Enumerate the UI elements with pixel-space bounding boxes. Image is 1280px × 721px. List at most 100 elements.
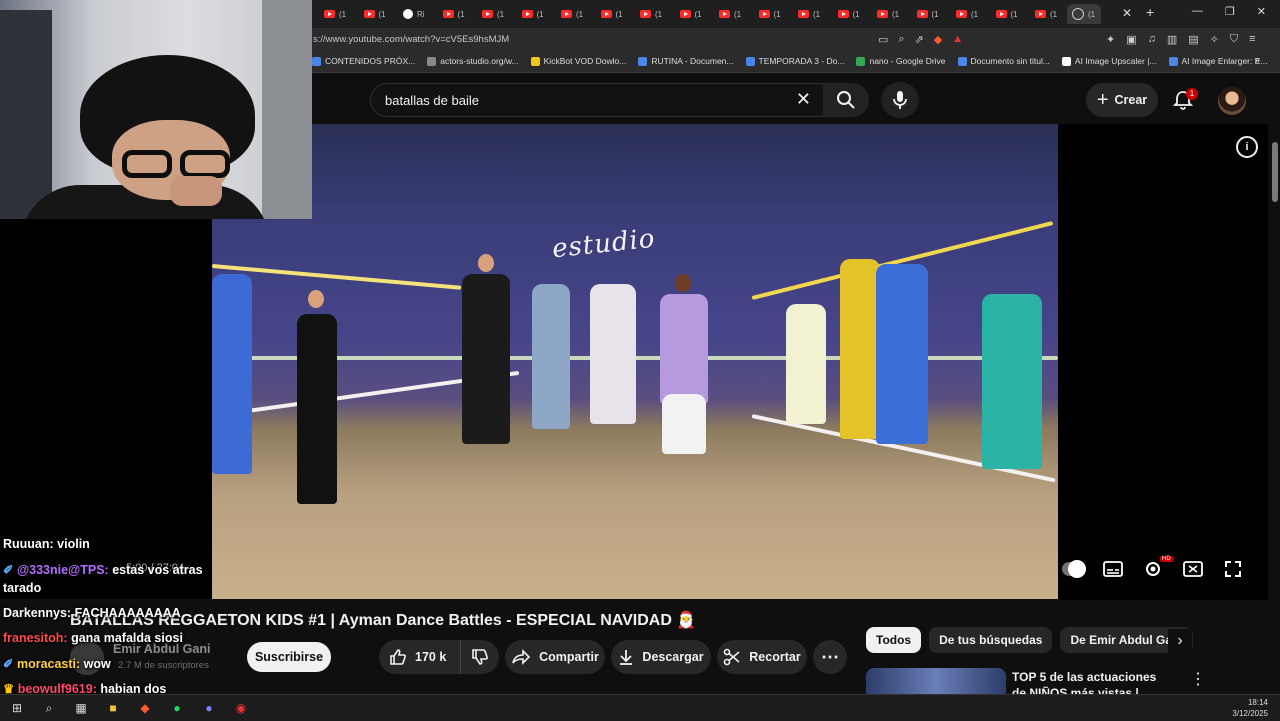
streamer-webcam [0, 0, 312, 219]
tab-label: (1 [773, 9, 781, 19]
create-button[interactable]: + Crear [1086, 83, 1158, 117]
close-window-icon[interactable]: ✕ [1257, 5, 1266, 18]
browser-tab[interactable]: (1 [632, 4, 672, 24]
clip-button[interactable]: Recortar [717, 640, 807, 674]
page-scrollbar[interactable] [1270, 124, 1280, 704]
bookmark-item[interactable]: KickBot VOD Dowlo... [530, 56, 626, 66]
info-icon[interactable]: i [1236, 136, 1258, 158]
dislike-button[interactable] [461, 648, 499, 666]
search-input[interactable]: batallas de baile ✕ [370, 83, 824, 117]
bookmark-item[interactable]: actors-studio.org/w... [427, 56, 519, 66]
browser-tab[interactable]: (1 [830, 4, 870, 24]
brave-browser-icon[interactable]: ◆ [136, 699, 154, 717]
tab-label: (1 [694, 9, 702, 19]
file-explorer-icon[interactable]: ■ [104, 699, 122, 717]
browser-tab[interactable]: (1 [711, 4, 751, 24]
bookmark-item[interactable]: Documento sin titul... [957, 56, 1050, 66]
bookmark-item[interactable]: RUTINA - Documen... [638, 56, 734, 66]
fullscreen-icon[interactable] [1222, 558, 1244, 580]
browser-tab[interactable]: (1 [553, 4, 593, 24]
scrollbar-thumb[interactable] [1272, 142, 1278, 202]
windows-start-icon[interactable]: ⊞ [8, 699, 26, 717]
subscribe-button[interactable]: Suscribirse [247, 642, 331, 672]
browser-tab[interactable]: (1 [790, 4, 830, 24]
browser-tab[interactable]: (1 [909, 4, 949, 24]
browser-tab[interactable]: Ri [395, 4, 435, 24]
menu-icon[interactable]: ≡ [1249, 33, 1255, 46]
spotify-icon[interactable]: ● [168, 699, 186, 717]
browser-tab[interactable]: (1 [435, 4, 475, 24]
browser-tab[interactable]: (1 [948, 4, 988, 24]
vpn-shield-icon[interactable]: ⛉ [1230, 33, 1238, 46]
wallet-icon[interactable]: ▤ [1188, 33, 1198, 46]
browser-tab[interactable]: (1 [1066, 4, 1101, 24]
music-icon[interactable]: ♫ [1148, 33, 1156, 46]
brave-rewards-icon[interactable]: ▲ [952, 33, 963, 46]
chat-username[interactable]: Ruuuan: [3, 537, 54, 551]
filter-chip[interactable]: De tus búsquedas [929, 627, 1053, 653]
autoplay-switch[interactable] [1062, 560, 1086, 578]
voice-search-button[interactable] [881, 82, 919, 118]
bookmark-item[interactable]: nano - Google Drive [856, 56, 946, 66]
bookmark-item[interactable]: CONTENIDOS PRÓX... [312, 56, 415, 66]
puzzle-icon[interactable]: ✦ [1106, 33, 1115, 46]
bookmark-item[interactable]: AI Image Enlarger: E... [1168, 56, 1267, 66]
recommendation-menu-icon[interactable]: ⋮ [1190, 669, 1206, 689]
search-query[interactable]: batallas de baile [385, 93, 479, 108]
browser-tab[interactable]: (1 [672, 4, 712, 24]
minimize-icon[interactable]: — [1192, 5, 1203, 18]
more-bookmarks-icon[interactable]: » [1254, 55, 1260, 66]
clear-search-icon[interactable]: ✕ [796, 89, 811, 110]
new-tab-button[interactable]: + [1146, 4, 1154, 20]
sword-badge-icon: ✐ [3, 563, 17, 577]
brave-shield-icon[interactable]: ◆ [934, 33, 942, 46]
browser-tab[interactable]: (1 [751, 4, 791, 24]
leo-ai-icon[interactable]: ✧ [1210, 33, 1219, 46]
restore-icon[interactable]: ❐ [1225, 5, 1235, 18]
obs-icon[interactable]: ◉ [232, 699, 250, 717]
taskbar-search-icon[interactable]: ⌕ [40, 699, 58, 717]
chevron-right-icon[interactable]: › [1168, 629, 1192, 653]
browser-tab[interactable]: (1 [514, 4, 554, 24]
search-button[interactable] [823, 83, 869, 117]
chat-username[interactable]: @333nie@TPS: [17, 563, 109, 577]
share-button[interactable]: Compartir [505, 640, 605, 674]
zoom-icon[interactable]: ⌕ [898, 33, 904, 46]
autoplay-toggle[interactable] [1062, 558, 1086, 580]
chat-username[interactable]: franesitoh: [3, 631, 68, 645]
plus-icon: + [1096, 89, 1109, 111]
discord-icon[interactable]: ● [200, 699, 218, 717]
chat-message: Ruuuan: violin [3, 537, 90, 551]
bookmark-item[interactable]: TEMPORADA 3 - Do... [745, 56, 844, 66]
bookmark-item[interactable]: AI Image Upscaler |... [1061, 56, 1157, 66]
download-button[interactable]: Descargar [611, 640, 711, 674]
filter-chip[interactable]: Todos [866, 627, 922, 653]
subtitles-icon[interactable] [1102, 558, 1124, 580]
browser-tab[interactable]: (1 [988, 4, 1028, 24]
tab-label: (1 [931, 9, 939, 19]
screenshot-icon[interactable]: ▣ [1126, 33, 1136, 46]
browser-tab[interactable]: (1 [869, 4, 909, 24]
url-field[interactable]: s://www.youtube.com/watch?v=cV5Es9hsMJM [313, 34, 509, 45]
dancer-head [478, 254, 494, 272]
chat-username[interactable]: Darkennys: [3, 606, 71, 620]
browser-tab[interactable]: (1 [1027, 4, 1067, 24]
cast-icon[interactable]: ▭ [878, 33, 888, 46]
browser-tab[interactable]: (1 [356, 4, 396, 24]
taskbar-clock[interactable]: 18:14 3/12/2025 [1232, 697, 1268, 719]
like-button[interactable]: 170 k [379, 640, 461, 674]
taskbar-icons: ⊞ ⌕ ▦ ■ ◆ ● ● ◉ [8, 699, 250, 717]
browser-tab[interactable]: (1 [474, 4, 514, 24]
close-tab-icon[interactable]: ✕ [1122, 6, 1132, 20]
chat-username[interactable]: moracasti: [17, 657, 80, 671]
task-view-icon[interactable]: ▦ [72, 699, 90, 717]
account-avatar[interactable] [1218, 87, 1246, 115]
browser-tab[interactable]: (1 [316, 4, 356, 24]
browser-tab[interactable]: (1 [593, 4, 633, 24]
more-actions-button[interactable]: ⋯ [813, 640, 847, 674]
share-page-icon[interactable]: ⇗ [915, 33, 924, 46]
miniplayer-icon[interactable] [1182, 558, 1204, 580]
sidebar-icon[interactable]: ▥ [1167, 33, 1177, 46]
youtube-favicon-icon [758, 10, 770, 18]
tab-label: (1 [615, 9, 623, 19]
